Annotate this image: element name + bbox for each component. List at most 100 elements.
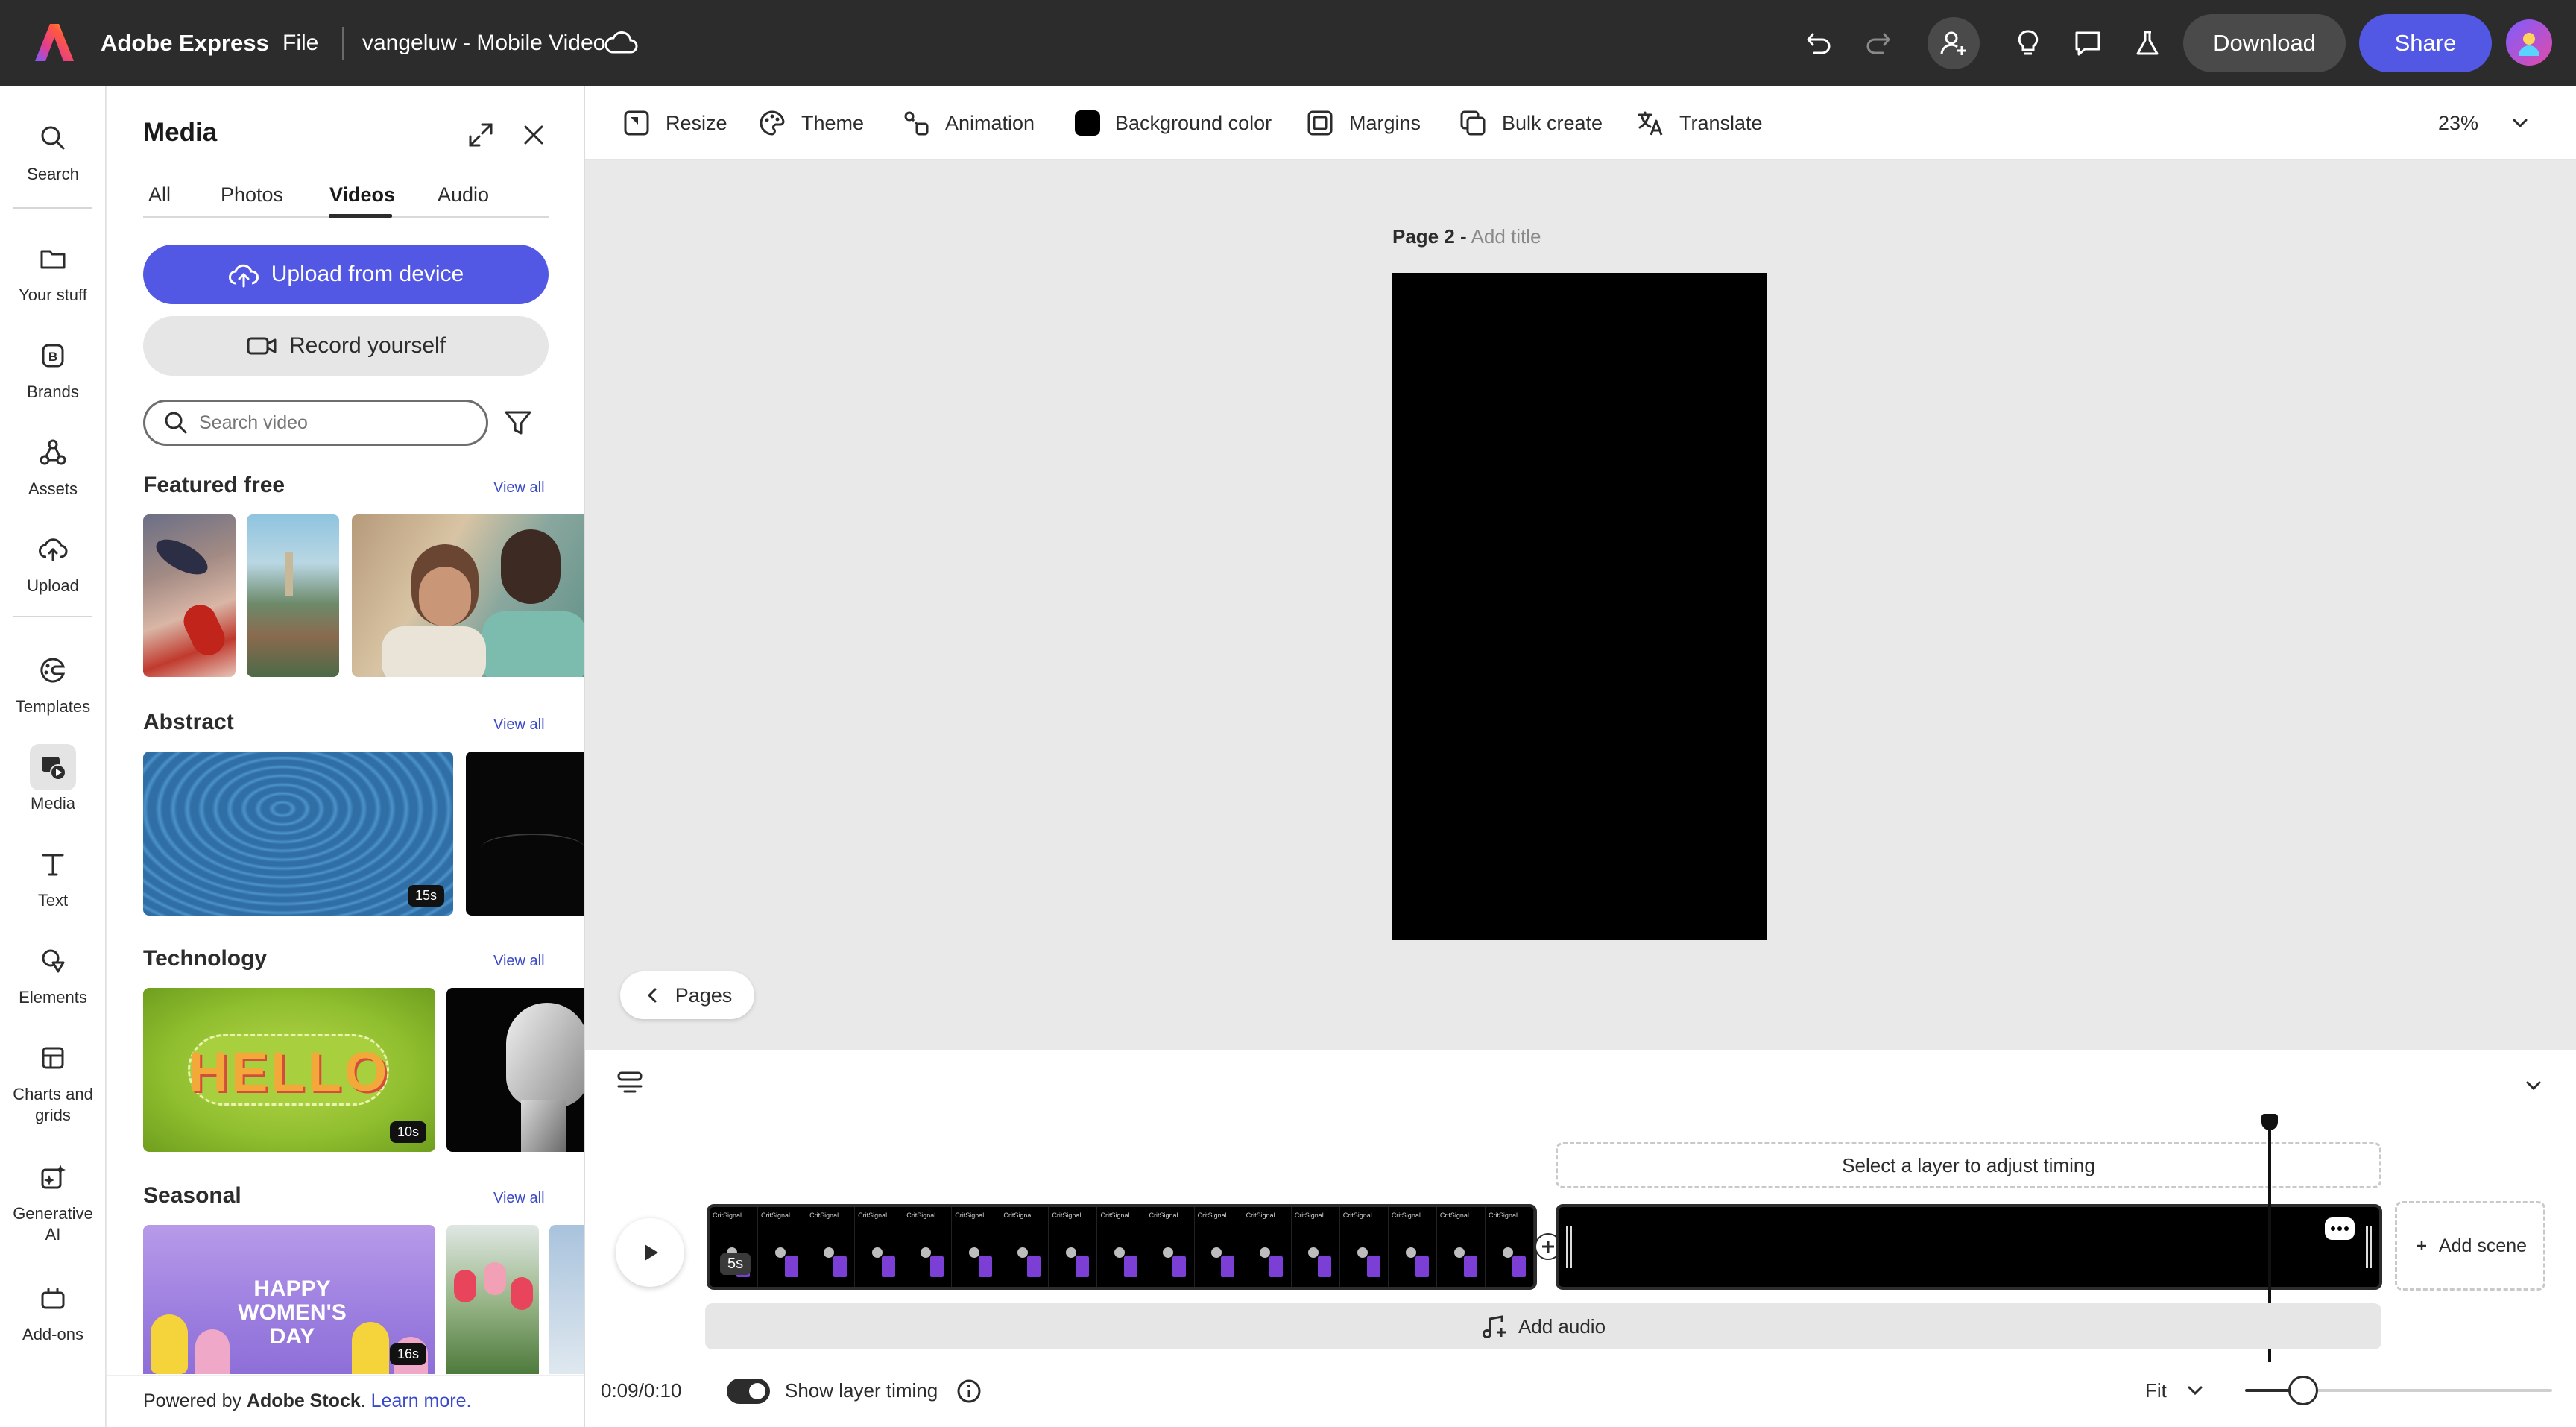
cloud-sync-icon[interactable] [604, 30, 638, 55]
rail-item-templates[interactable]: Templates [0, 647, 106, 717]
filmstrip-frame-dot [1502, 1247, 1513, 1258]
app-name[interactable]: Adobe Express [101, 0, 269, 86]
add-audio-label: Add audio [1518, 1314, 1606, 1338]
rail-item-upload[interactable]: Upload [0, 526, 106, 596]
background-color-button[interactable]: Background color [1075, 86, 1272, 160]
video-thumbnail[interactable] [247, 514, 339, 677]
upload-from-device-button[interactable]: Upload from device [143, 245, 549, 304]
view-all-abstract[interactable]: View all [493, 716, 545, 734]
tab-all[interactable]: All [148, 183, 171, 207]
view-all-technology[interactable]: View all [493, 953, 545, 970]
canvas-area: Page 2 - Add title Pages [585, 160, 2576, 1050]
filmstrip-frame-graphic [1463, 1256, 1477, 1277]
more-options-icon[interactable] [2325, 1217, 2355, 1240]
rail-item-add-ons[interactable]: Add-ons [0, 1275, 106, 1345]
add-title-link[interactable]: Add title [1471, 225, 1541, 248]
video-thumbnail[interactable]: 15s [143, 752, 453, 916]
video-thumbnail[interactable]: HAPPY WOMEN'S DAY 16s [143, 1225, 435, 1374]
timeline-zoom-slider[interactable] [2245, 1376, 2552, 1405]
share-button[interactable]: Share [2359, 14, 2492, 72]
chevron-down-icon [2188, 1386, 2203, 1396]
invite-collaborator-icon[interactable] [1928, 17, 1980, 69]
undo-icon[interactable] [1793, 17, 1845, 69]
tab-audio[interactable]: Audio [438, 183, 489, 207]
adobe-express-logo-icon[interactable] [34, 21, 75, 64]
show-layer-timing-toggle[interactable] [727, 1379, 770, 1404]
pages-button[interactable]: Pages [620, 971, 754, 1019]
search-video-field[interactable] [143, 400, 488, 446]
filmstrip-frame-text: CritSignal [1100, 1212, 1130, 1219]
rail-item-brands[interactable]: B Brands [0, 333, 106, 403]
rail-item-charts-and-grids[interactable]: Charts and grids [0, 1035, 106, 1126]
video-thumbnail[interactable] [446, 988, 584, 1152]
rail-item-media[interactable]: Media [0, 744, 106, 814]
close-icon[interactable] [520, 122, 547, 148]
margins-button[interactable]: Margins [1306, 86, 1421, 160]
slider-thumb[interactable] [2288, 1376, 2319, 1405]
animation-button[interactable]: Animation [902, 86, 1035, 160]
rail-label: Text [37, 891, 69, 910]
rail-item-text[interactable]: Text [0, 841, 106, 911]
trim-handle-right[interactable] [2366, 1226, 2372, 1268]
filmstrip-frame: CritSignal [1194, 1207, 1243, 1287]
rail-label: Add-ons [22, 1325, 83, 1343]
expand-icon[interactable] [466, 120, 496, 150]
music-note-icon [1482, 1315, 1506, 1338]
brand-icon: B [30, 333, 76, 379]
view-all-seasonal[interactable]: View all [493, 1190, 545, 1207]
document-title[interactable]: vangeluw - Mobile Video [362, 0, 605, 86]
tab-photos[interactable]: Photos [221, 183, 283, 207]
playhead-handle[interactable] [2261, 1114, 2278, 1130]
add-scene-button[interactable]: Add scene [2395, 1201, 2545, 1291]
assets-icon [30, 429, 76, 476]
timeline-handle-icon[interactable] [617, 1071, 643, 1094]
video-thumbnail[interactable]: HELLO 10s [143, 988, 435, 1152]
filmstrip-frame: CritSignal [1146, 1207, 1195, 1287]
play-button[interactable] [616, 1218, 684, 1287]
lightbulb-icon[interactable] [2002, 17, 2054, 69]
fit-dropdown[interactable]: Fit [2145, 1372, 2206, 1409]
rail-item-search[interactable]: Search [0, 115, 106, 185]
rail-item-generative-ai[interactable]: Generative AI [0, 1154, 106, 1245]
trim-handle-left[interactable] [1566, 1226, 1572, 1268]
rail-item-your-stuff[interactable]: Your stuff [0, 236, 106, 306]
rail-divider [13, 207, 92, 209]
filmstrip-frame-graphic [784, 1256, 798, 1277]
video-thumbnail[interactable] [549, 1225, 584, 1374]
rail-item-assets[interactable]: Assets [0, 429, 106, 500]
labs-flask-icon[interactable] [2121, 17, 2174, 69]
video-thumbnail[interactable] [466, 752, 584, 916]
scene-clip-1[interactable]: CritSignal CritSignal CritSignal CritSignal… [707, 1204, 1537, 1290]
comments-icon[interactable] [2062, 17, 2114, 69]
page-label: Page 2 - [1392, 225, 1467, 248]
rail-item-elements[interactable]: Elements [0, 938, 106, 1008]
redo-icon[interactable] [1852, 17, 1904, 69]
record-yourself-button[interactable]: Record yourself [143, 316, 549, 376]
add-audio-button[interactable]: Add audio [705, 1303, 2381, 1349]
search-video-input[interactable] [199, 412, 467, 434]
tab-videos[interactable]: Videos [329, 183, 395, 207]
page-canvas[interactable] [1392, 273, 1767, 940]
collapse-timeline-icon[interactable] [2522, 1074, 2545, 1097]
translate-button[interactable]: Translate [1636, 86, 1763, 160]
addons-icon [30, 1275, 76, 1321]
add-scene-label: Add scene [2438, 1235, 2528, 1256]
zoom-dropdown[interactable]: 23% [2438, 86, 2531, 160]
info-icon[interactable] [956, 1378, 982, 1405]
download-button[interactable]: Download [2183, 14, 2346, 72]
video-thumbnail[interactable] [143, 514, 236, 677]
file-menu[interactable]: File [282, 0, 318, 86]
theme-button[interactable]: Theme [758, 86, 864, 160]
section-title-abstract: Abstract [143, 710, 234, 734]
scene-clip-2[interactable] [1556, 1204, 2382, 1290]
bulk-create-button[interactable]: Bulk create [1459, 86, 1603, 160]
view-all-featured-free[interactable]: View all [493, 479, 545, 497]
learn-more-link[interactable]: Learn more. [371, 1390, 472, 1411]
filter-icon[interactable] [502, 407, 534, 438]
resize-button[interactable]: Resize [622, 86, 727, 160]
video-thumbnail[interactable] [446, 1225, 539, 1374]
video-thumbnail[interactable] [352, 514, 584, 677]
media-icon [30, 744, 76, 790]
filmstrip-frame-text: CritSignal [1246, 1212, 1275, 1219]
avatar[interactable] [2506, 19, 2552, 66]
